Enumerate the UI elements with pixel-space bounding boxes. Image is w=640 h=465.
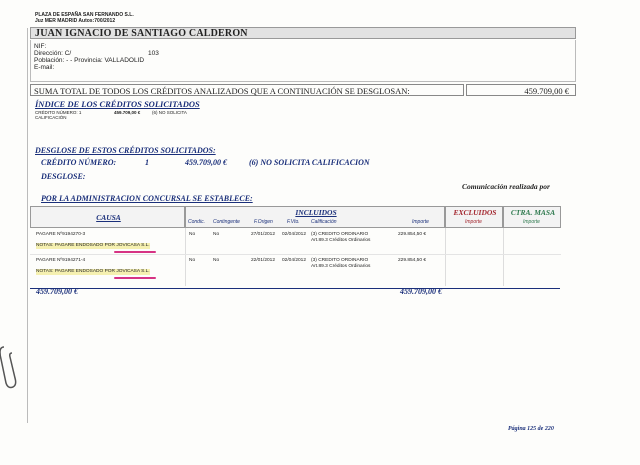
total-value: 459.709,00 € xyxy=(524,86,569,96)
row2-f-origen: 22/01/2012 xyxy=(251,258,276,263)
index-classification: CALIFICACIÓN xyxy=(35,115,67,120)
communication-note: Comunicación realizada por xyxy=(462,182,550,191)
subheader-importe-incluidos: Importe xyxy=(412,219,429,225)
row1-condic: No xyxy=(189,232,196,237)
subheader-calificacion: Calificación xyxy=(311,219,337,225)
row2-contingente: No xyxy=(213,258,220,263)
row2-causa: PAGARE Nº9194271-4 xyxy=(36,258,86,263)
page-number: Página 125 de 220 xyxy=(508,426,554,432)
city-province-line: Población: - - Provincia: VALLADOLID xyxy=(34,57,145,64)
total-label-box: SUMA TOTAL DE TODOS LOS CRÉDITOS ANALIZA… xyxy=(30,84,464,96)
total-value-box: 459.709,00 € xyxy=(466,84,576,96)
row1-causa: PAGARE Nº9194270-3 xyxy=(36,232,86,237)
row1-calificacion: (3) CREDITO ORDINARIO xyxy=(311,232,369,237)
subheader-contingente: Contingente xyxy=(213,219,240,225)
excluidos-header: EXCLUIDOS xyxy=(453,208,497,217)
total-label: SUMA TOTAL DE TODOS LOS CRÉDITOS ANALIZA… xyxy=(34,86,410,96)
subheader-f-vto: F.Vto. xyxy=(287,219,300,225)
index-credit-amount: 459.709,00 € xyxy=(114,110,141,115)
row2-calificacion-article: Art.89.3 Créditos Ordinarios xyxy=(311,264,371,269)
col-divider xyxy=(503,228,504,286)
row1-notes: NOTAS: PAGARE ENDOSADO POR JOVICASA S.L. xyxy=(36,243,150,249)
incluidos-header: INCLUIDOS xyxy=(295,208,337,217)
row1-pen-underline xyxy=(114,251,156,253)
col-divider xyxy=(185,228,186,286)
address-number: 103 xyxy=(148,50,159,57)
nif-label: NIF: xyxy=(34,43,47,50)
row1-calificacion-article: Art.89.3 Créditos Ordinarios xyxy=(311,238,371,243)
row2-pen-underline xyxy=(114,277,156,279)
col-divider xyxy=(445,228,446,286)
subheader-importe-masa: Importe xyxy=(523,219,540,225)
total-causa-amount: 459.709,00 € xyxy=(36,287,78,296)
row2-condic: No xyxy=(189,258,196,263)
subheader-f-origen: F.Origen xyxy=(254,219,273,225)
creditor-info-box: NIF: Dirección: C/ 103 Población: - - Pr… xyxy=(30,40,576,82)
index-credit-status: (6) NO SOLICITA xyxy=(152,110,187,115)
totals-rule xyxy=(30,288,560,289)
row2-f-vto: 02/04/2012 xyxy=(282,258,307,263)
email-label: E-mail: xyxy=(34,64,55,71)
row-divider xyxy=(30,254,561,255)
credit-amount: 459.709,00 € xyxy=(185,158,227,167)
row2-notes: NOTAS: PAGARE ENDOSADO POR JOVICASA S.L. xyxy=(36,269,150,275)
court-case-reference: Juz MER MADRID Autos:700/2012 xyxy=(35,18,116,24)
credit-number-value: 1 xyxy=(145,158,149,167)
row1-importe: 229.854,50 € xyxy=(398,232,427,237)
row1-contingente: No xyxy=(213,232,220,237)
row2-calificacion: (3) CREDITO ORDINARIO xyxy=(311,258,369,263)
breakdown-title: DESGLOSE DE ESTOS CRÉDITOS SOLICITADOS: xyxy=(35,146,216,155)
subheader-importe-excluidos: Importe xyxy=(465,219,482,225)
row1-f-vto: 02/04/2012 xyxy=(282,232,307,237)
left-border-rule xyxy=(27,28,28,423)
credit-classification: (6) NO SOLICITA CALIFICACION xyxy=(249,158,370,167)
subheader-condic: Condic. xyxy=(188,219,205,225)
credit-number-label: CRÉDITO NÚMERO: xyxy=(41,158,117,167)
administration-heading: POR LA ADMINISTRACION CONCURSAL SE ESTAB… xyxy=(41,194,253,203)
row1-f-origen: 27/01/2012 xyxy=(251,232,276,237)
causa-header: CAUSA xyxy=(96,213,121,222)
address-line: Dirección: C/ xyxy=(34,50,72,57)
row2-importe: 229.854,50 € xyxy=(398,258,427,263)
index-title: ÍNDICE DE LOS CRÉDITOS SOLICITADOS xyxy=(35,99,200,109)
paper-clip-icon xyxy=(0,346,17,389)
total-incluidos-amount: 459.709,00 € xyxy=(400,287,442,296)
creditor-name: JUAN IGNACIO DE SANTIAGO CALDERON xyxy=(35,28,248,39)
breakdown-label: DESGLOSE: xyxy=(41,172,86,181)
creditor-name-bar: JUAN IGNACIO DE SANTIAGO CALDERON xyxy=(30,27,576,39)
masa-header: CTRA. MASA xyxy=(510,208,556,217)
causa-header-cell: CAUSA xyxy=(30,206,185,228)
